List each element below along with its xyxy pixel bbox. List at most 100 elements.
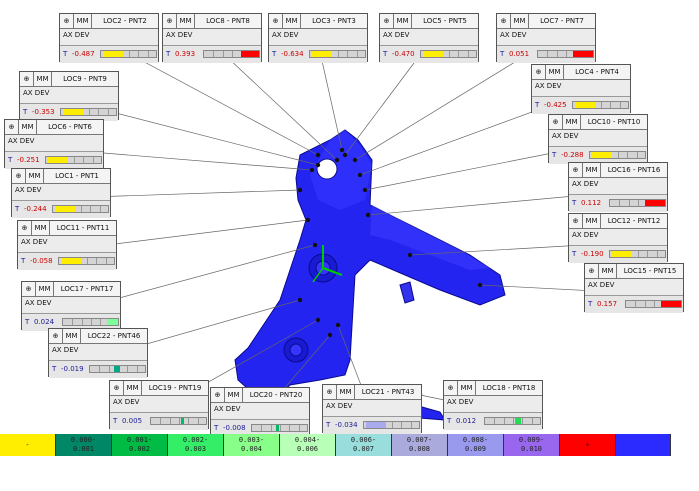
dimension-label[interactable]: ⊕ MM LOC6 - PNT6 AX DEV T -0.251	[4, 119, 104, 169]
deviation-value: -0.487	[72, 50, 95, 58]
deviation-fill	[573, 51, 593, 57]
deviation-type: AX DEV	[214, 405, 241, 413]
bar-tick	[565, 51, 567, 57]
tolerance-flag: T	[572, 199, 577, 207]
measure-point[interactable]	[365, 212, 371, 218]
measure-point[interactable]	[339, 147, 345, 153]
tolerance-flag: T	[272, 50, 277, 58]
tolerance-flag: T	[214, 424, 219, 432]
legend-swatch: 0.007- 0.008	[392, 434, 448, 456]
measure-point[interactable]	[297, 297, 303, 303]
deviation-fill	[592, 152, 612, 158]
measure-point[interactable]	[334, 157, 340, 163]
measure-point[interactable]	[407, 252, 413, 258]
label-header: ⊕ MM LOC10 - PNT10	[549, 115, 647, 130]
dimension-label[interactable]: ⊕ MM LOC17 - PNT17 AX DEV T 0.024	[21, 281, 121, 331]
tolerance-flag: T	[588, 300, 593, 308]
measure-point[interactable]	[312, 242, 318, 248]
label-header: ⊕ MM LOC18 - PNT18	[444, 381, 542, 396]
unit-label: MM	[63, 329, 81, 343]
dimension-label[interactable]: ⊕ MM LOC1 - PNT1 AX DEV T -0.244	[11, 168, 111, 218]
unit-label: MM	[394, 14, 412, 28]
dimension-label[interactable]: ⊕ MM LOC18 - PNT18 AX DEV T 0.012	[443, 380, 543, 430]
bar-tick	[656, 251, 658, 257]
dimension-label[interactable]: ⊕ MM LOC8 - PNT8 AX DEV T 0.393	[162, 13, 262, 63]
bar-tick	[100, 319, 102, 325]
dimension-label[interactable]: ⊕ MM LOC11 - PNT11 AX DEV T -0.058	[17, 220, 117, 270]
feature-name: LOC19 - PNT19	[148, 384, 202, 392]
measure-point[interactable]	[315, 317, 321, 323]
deviation-bar	[203, 50, 260, 58]
measure-point[interactable]	[362, 187, 368, 193]
measure-point[interactable]	[352, 157, 358, 163]
unit-label: MM	[177, 14, 195, 28]
dimension-label[interactable]: ⊕ MM LOC16 - PNT16 AX DEV T 0.112	[568, 162, 668, 212]
dimension-label[interactable]: ⊕ MM LOC4 - PNT4 AX DEV T -0.425	[531, 64, 631, 114]
dimension-label[interactable]: ⊕ MM LOC2 - PNT2 AX DEV T -0.487	[59, 13, 159, 63]
bar-tick	[99, 206, 101, 212]
measure-point[interactable]	[327, 332, 333, 338]
deviation-type: AX DEV	[500, 31, 527, 39]
deviation-row: T -0.034	[323, 416, 421, 434]
dimension-label[interactable]: ⊕ MM LOC21 - PNT43 AX DEV T -0.034	[322, 384, 422, 434]
tolerance-flag: T	[25, 318, 30, 326]
deviation-fill	[612, 251, 632, 257]
unit-label: MM	[225, 388, 243, 402]
deviation-type: AX DEV	[272, 31, 299, 39]
deviation-value: 0.112	[581, 199, 602, 207]
bar-tick	[98, 109, 100, 115]
legend-swatch: 0.008- 0.009	[448, 434, 504, 456]
deviation-type: AX DEV	[572, 231, 599, 239]
dimension-label[interactable]: ⊕ MM LOC5 - PNT5 AX DEV T -0.470	[379, 13, 479, 63]
deviation-bar	[420, 50, 477, 58]
measure-point[interactable]	[297, 187, 303, 193]
deviation-type: AX DEV	[25, 299, 52, 307]
label-header: ⊕ MM LOC15 - PNT15	[585, 264, 683, 279]
bar-tick	[610, 102, 612, 108]
measure-point[interactable]	[335, 322, 341, 328]
bar-tick	[627, 152, 629, 158]
deviation-type: AX DEV	[326, 402, 353, 410]
part-model[interactable]	[234, 129, 506, 421]
measure-point[interactable]	[315, 162, 321, 168]
measure-point[interactable]	[309, 167, 315, 173]
deviation-row: T 0.012	[444, 412, 542, 430]
dimension-label[interactable]: ⊕ MM LOC22 - PNT46 AX DEV T -0.019	[48, 328, 148, 378]
deviation-fill	[103, 51, 123, 57]
unit-label: MM	[124, 381, 142, 395]
deviation-value: -0.251	[17, 156, 40, 164]
dimension-label[interactable]: ⊕ MM LOC20 - PNT20 AX DEV T -0.008	[210, 387, 310, 437]
crosshair-icon: ⊕	[12, 169, 26, 183]
cad-viewport[interactable]: ⊕ MM LOC2 - PNT2 AX DEV T -0.487 ⊕ MM LO…	[0, 0, 699, 491]
measure-point[interactable]	[315, 152, 321, 158]
bar-tick	[289, 425, 291, 431]
dimension-label[interactable]: ⊕ MM LOC15 - PNT15 AX DEV T 0.157	[584, 263, 684, 313]
dimension-label[interactable]: ⊕ MM LOC7 - PNT7 AX DEV T 0.051	[496, 13, 596, 63]
label-header: ⊕ MM LOC6 - PNT6	[5, 120, 103, 135]
bar-tick	[653, 301, 655, 307]
bar-tick	[222, 51, 224, 57]
measure-point[interactable]	[357, 172, 363, 178]
measure-point[interactable]	[477, 282, 483, 288]
measure-point[interactable]	[342, 152, 348, 158]
dimension-label[interactable]: ⊕ MM LOC10 - PNT10 AX DEV T -0.288	[548, 114, 648, 164]
deviation-row: T -0.470	[380, 45, 478, 63]
dimension-label[interactable]: ⊕ MM LOC19 - PNT19 AX DEV T 0.005	[109, 380, 209, 430]
deviation-row: T -0.058	[18, 252, 116, 270]
dimension-label[interactable]: ⊕ MM LOC12 - PNT12 AX DEV T -0.190	[568, 213, 668, 263]
feature-name: LOC8 - PNT8	[206, 17, 250, 25]
label-header: ⊕ MM LOC17 - PNT17	[22, 282, 120, 297]
dimension-label[interactable]: ⊕ MM LOC9 - PNT9 AX DEV T -0.353	[19, 71, 119, 121]
deviation-row: T -0.190	[569, 245, 667, 263]
bar-tick	[90, 319, 92, 325]
dimension-label[interactable]: ⊕ MM LOC3 - PNT3 AX DEV T -0.634	[268, 13, 368, 63]
label-header: ⊕ MM LOC4 - PNT4	[532, 65, 630, 80]
deviation-value: -0.190	[581, 250, 604, 258]
deviation-bar	[89, 365, 146, 373]
deviation-row: T -0.244	[12, 200, 110, 218]
bar-tick	[92, 157, 94, 163]
deviation-value: -0.244	[24, 205, 47, 213]
measure-point[interactable]	[305, 217, 311, 223]
deviation-fill	[106, 319, 118, 325]
bar-tick	[617, 152, 619, 158]
